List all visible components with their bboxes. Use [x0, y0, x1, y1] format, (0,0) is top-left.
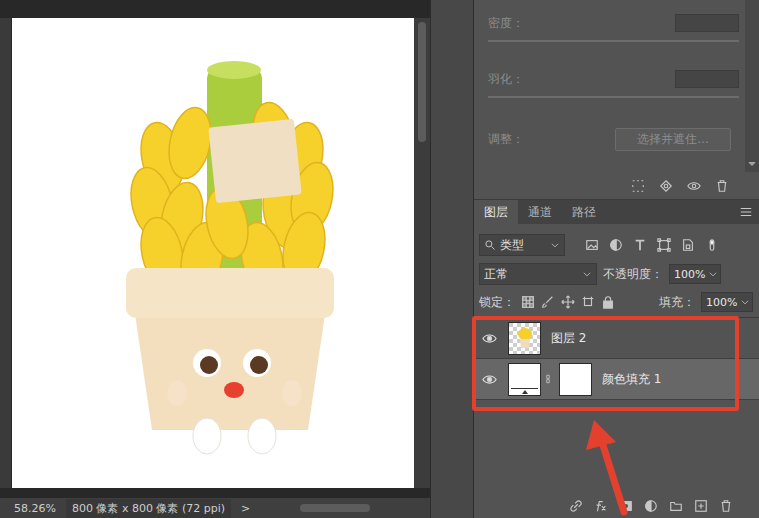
- type-filter-icon[interactable]: [633, 238, 647, 252]
- eye-icon[interactable]: [482, 331, 497, 346]
- lock-transparent-icon[interactable]: [521, 295, 535, 309]
- fill-field[interactable]: 100%: [701, 292, 753, 312]
- horizontal-scroll-thumb[interactable]: [300, 504, 370, 512]
- chevron-down-icon[interactable]: [708, 269, 718, 279]
- product-photo: [12, 18, 414, 488]
- document-info: 800 像素 x 800 像素 (72 ppi): [66, 499, 231, 518]
- scroll-thumb[interactable]: [418, 22, 426, 142]
- add-mask-icon[interactable]: [619, 499, 633, 513]
- eye-icon[interactable]: [482, 372, 497, 387]
- document-middle: [0, 18, 430, 488]
- new-layer-icon[interactable]: [694, 499, 708, 513]
- fill-thumbnail: [508, 363, 541, 396]
- select-and-mask-button: 选择并遮住...: [615, 128, 731, 151]
- document-top-band: [0, 0, 430, 18]
- filter-toggle-icon[interactable]: [705, 238, 719, 252]
- panel-tab[interactable]: 通道: [518, 200, 562, 224]
- properties-scrollbar[interactable]: [745, 0, 759, 172]
- property-value-box: [675, 70, 739, 88]
- fill-label: 填充：: [659, 294, 695, 311]
- visibility-toggle[interactable]: [474, 372, 504, 387]
- blend-mode-dropdown[interactable]: 正常: [479, 263, 597, 285]
- scroll-down-icon[interactable]: [748, 160, 756, 168]
- panel-gutter: [430, 0, 473, 518]
- property-field: 羽化：: [488, 68, 739, 90]
- fill-marker: [511, 388, 538, 394]
- lock-position-icon[interactable]: [561, 295, 575, 309]
- mask-thumbnail[interactable]: [559, 363, 592, 396]
- lock-artboard-icon[interactable]: [581, 295, 595, 309]
- properties-content: 密度： 羽化： 调整： 选择并遮住...: [474, 0, 745, 172]
- adjustment-layer-icon[interactable]: [644, 499, 658, 513]
- layer-row[interactable]: 颜色填充 1: [474, 359, 759, 400]
- vertical-scrollbar[interactable]: [414, 18, 430, 488]
- selection-grid-icon[interactable]: [631, 179, 645, 193]
- properties-icon-row: [474, 172, 759, 200]
- link-icon[interactable]: [543, 374, 553, 384]
- shape-filter-icon[interactable]: [657, 238, 671, 252]
- layer-thumbnail: [508, 322, 541, 355]
- chevron-down-icon[interactable]: [740, 297, 750, 307]
- property-label: 密度：: [488, 15, 524, 32]
- layers-tab-bar: 图层通道路径: [474, 200, 759, 224]
- adjust-label: 调整：: [488, 131, 524, 148]
- lock-all-icon[interactable]: [601, 295, 615, 309]
- tool-strip: [0, 18, 12, 488]
- chevron-down-icon[interactable]: [582, 269, 592, 279]
- layer-row[interactable]: 图层 2: [474, 318, 759, 359]
- panels-column: 密度： 羽化： 调整： 选择并遮住... 图层通道路径类型正常不透明度： 100% 锁定： 填…: [473, 0, 759, 518]
- search-icon: [484, 239, 496, 251]
- eye-icon[interactable]: [687, 179, 701, 193]
- new-group-icon[interactable]: [669, 499, 683, 513]
- link-layers-icon[interactable]: [569, 499, 583, 513]
- filter-dropdown[interactable]: 类型: [479, 234, 565, 256]
- zoom-level[interactable]: 58.26%: [14, 502, 56, 515]
- status-bar: 58.26% 800 像素 x 800 像素 (72 ppi) >: [0, 498, 430, 518]
- highlight-box: [472, 316, 739, 411]
- adjustment-filter-icon[interactable]: [609, 238, 623, 252]
- property-field: 密度：: [488, 12, 739, 34]
- layer-name[interactable]: 图层 2: [551, 330, 586, 347]
- pixel-filter-icon[interactable]: [585, 238, 599, 252]
- layer-name[interactable]: 颜色填充 1: [602, 371, 661, 388]
- annotation-arrow-icon: [580, 418, 640, 518]
- status-nav-arrow[interactable]: >: [241, 502, 250, 515]
- trash-icon[interactable]: [715, 179, 729, 193]
- smart-object-filter-icon[interactable]: [681, 238, 695, 252]
- layers-bottom-bar: [474, 494, 759, 518]
- photoshop-window: 58.26% 800 像素 x 800 像素 (72 ppi) > 密度： 羽化： 调整：…: [0, 0, 759, 518]
- document-canvas[interactable]: [12, 18, 414, 488]
- document-area: 58.26% 800 像素 x 800 像素 (72 ppi) >: [0, 0, 430, 518]
- visibility-toggle[interactable]: [474, 331, 504, 346]
- panel-tab[interactable]: 路径: [562, 200, 606, 224]
- horizontal-scrollbar[interactable]: [0, 488, 430, 498]
- properties-panel: 密度： 羽化： 调整： 选择并遮住...: [474, 0, 759, 172]
- delete-layer-icon[interactable]: [719, 499, 733, 513]
- fx-icon[interactable]: [594, 499, 608, 513]
- property-label: 羽化：: [488, 71, 524, 88]
- layer-controls: 类型正常不透明度： 100% 锁定： 填充： 100%: [474, 224, 759, 318]
- adjust-row: 调整： 选择并遮住...: [488, 128, 739, 151]
- lock-row: 锁定： 填充： 100%: [479, 291, 753, 313]
- property-slider: [488, 96, 739, 98]
- panel-menu-icon[interactable]: [739, 205, 753, 219]
- filter-row: 类型: [479, 234, 753, 256]
- property-value-box: [675, 14, 739, 32]
- property-slider: [488, 40, 739, 42]
- blend-row: 正常不透明度： 100%: [479, 263, 753, 285]
- lock-paint-icon[interactable]: [541, 295, 555, 309]
- layer-list: 图层 2 颜色填充 1: [474, 318, 759, 400]
- opacity-label: 不透明度：: [603, 266, 663, 283]
- mask-apply-icon[interactable]: [659, 179, 673, 193]
- chevron-down-icon[interactable]: [550, 240, 560, 250]
- opacity-field[interactable]: 100%: [669, 264, 721, 284]
- lock-label: 锁定：: [479, 294, 515, 311]
- panel-tab[interactable]: 图层: [474, 200, 518, 224]
- layer-thumbnail-image: [518, 327, 532, 349]
